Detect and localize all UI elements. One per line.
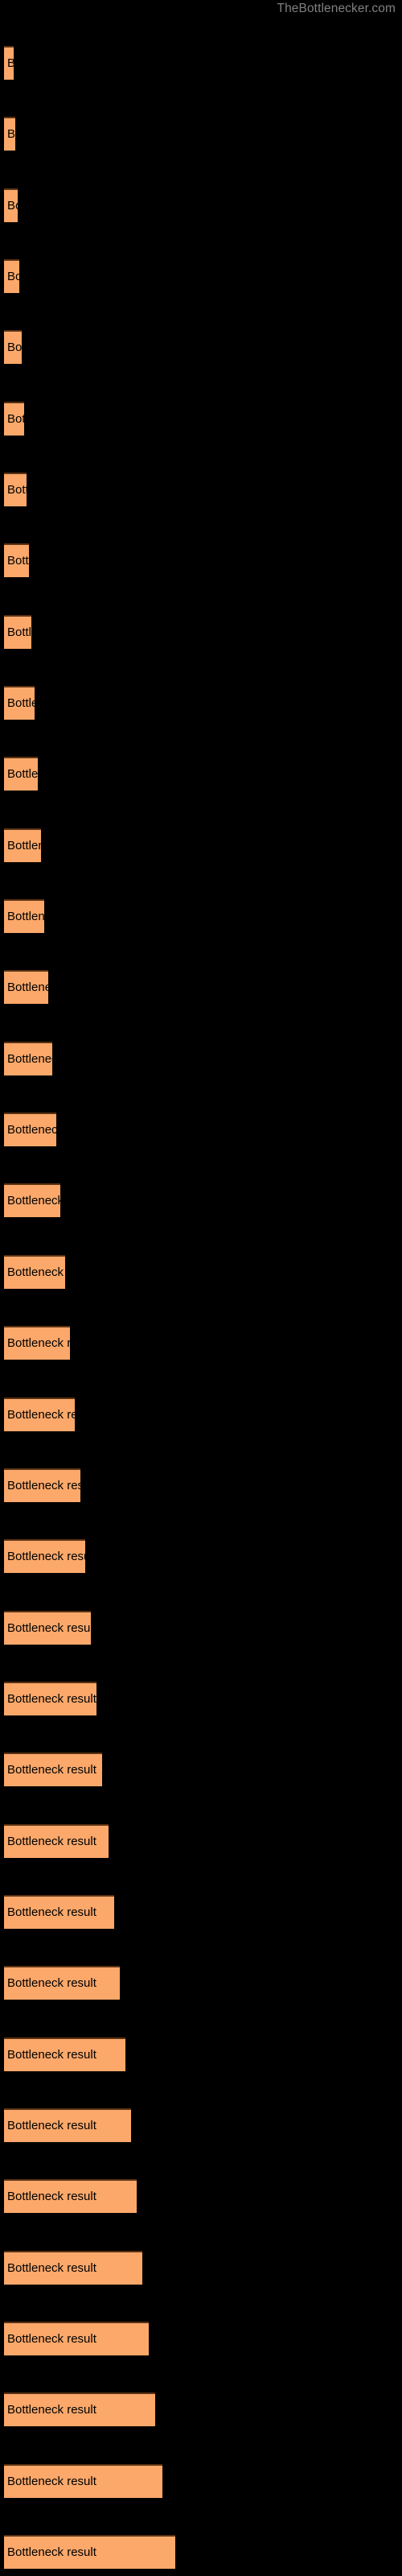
bar-label: Bottleneck result bbox=[7, 1692, 96, 1706]
bar-label: Bottleneck result bbox=[7, 1336, 70, 1350]
bar-label-clip: Bottleneck result bbox=[4, 2392, 155, 2426]
bar-label-clip: Bottleneck result bbox=[4, 1183, 60, 1217]
bar-label: Bottleneck result bbox=[7, 696, 35, 710]
bar-label-clip: Bottleneck result bbox=[4, 402, 24, 436]
bar-label: Bottleneck result bbox=[7, 341, 22, 354]
bar-label: Bottleneck result bbox=[7, 127, 15, 141]
bar-label-clip: Bottleneck result bbox=[4, 1042, 52, 1075]
bar-label-clip: Bottleneck result bbox=[4, 330, 22, 364]
bar-label: Bottleneck result bbox=[7, 2332, 96, 2346]
bar-label-clip: Bottleneck result bbox=[4, 1682, 96, 1715]
bar-label-clip: Bottleneck result bbox=[4, 2464, 162, 2498]
bar-label-clip: Bottleneck result bbox=[4, 1895, 114, 1929]
bar-label-clip: Bottleneck result bbox=[4, 1326, 70, 1360]
bar-label-clip: Bottleneck result bbox=[4, 1824, 109, 1858]
bar-label-clip: Bottleneck result bbox=[4, 757, 38, 791]
bar-label-clip: Bottleneck result bbox=[4, 1255, 65, 1289]
bar-label: Bottleneck result bbox=[7, 1550, 85, 1563]
bar-label: Bottleneck result bbox=[7, 2475, 96, 2488]
bar-label-clip: Bottleneck result bbox=[4, 543, 29, 577]
bar-label: Bottleneck result bbox=[7, 2119, 96, 2132]
bar-label-clip: Bottleneck result bbox=[4, 1539, 85, 1573]
bar-label-clip: Bottleneck result bbox=[4, 2535, 175, 2569]
bar-label: Bottleneck result bbox=[7, 2261, 96, 2275]
bar-label-clip: Bottleneck result bbox=[4, 2322, 149, 2355]
bar-label-clip: Bottleneck result bbox=[4, 46, 14, 80]
bar-label: Bottleneck result bbox=[7, 1835, 96, 1848]
bar-label: Bottleneck result bbox=[7, 839, 41, 852]
bar-label: Bottleneck result bbox=[7, 2545, 96, 2559]
bar-label: Bottleneck result bbox=[7, 1265, 65, 1279]
bar-label: Bottleneck result bbox=[7, 412, 24, 426]
bar-label-clip: Bottleneck result bbox=[4, 188, 18, 222]
bar-label: Bottleneck result bbox=[7, 767, 38, 781]
bar-label-clip: Bottleneck result bbox=[4, 899, 44, 933]
bar-label: Bottleneck result bbox=[7, 1976, 96, 1990]
bar-label: Bottleneck result bbox=[7, 199, 18, 213]
bar-label-clip: Bottleneck result bbox=[4, 2037, 125, 2071]
bar-label-clip: Bottleneck result bbox=[4, 1468, 80, 1502]
bar-label-clip: Bottleneck result bbox=[4, 1966, 120, 2000]
bar-label-clip: Bottleneck result bbox=[4, 2251, 142, 2285]
bar-label-clip: Bottleneck result bbox=[4, 2108, 131, 2142]
bar-label-clip: Bottleneck result bbox=[4, 473, 27, 506]
bar-label-clip: Bottleneck result bbox=[4, 117, 15, 151]
bar-label-clip: Bottleneck result bbox=[4, 2179, 137, 2213]
bottleneck-bar-chart: Bottleneck result Bottleneck result Bottle… bbox=[0, 0, 402, 2576]
bar-label: Bottleneck result bbox=[7, 1408, 75, 1422]
bar-label-clip: Bottleneck result bbox=[4, 686, 35, 720]
bar-label-clip: Bottleneck result bbox=[4, 615, 31, 649]
bar-label: Bottleneck result bbox=[7, 1479, 80, 1492]
bar-label-clip: Bottleneck result bbox=[4, 1397, 75, 1431]
bar-label: Bottleneck result bbox=[7, 1052, 52, 1066]
bar-label: Bottleneck result bbox=[7, 270, 19, 283]
bar-label-clip: Bottleneck result bbox=[4, 1113, 56, 1146]
bar-label: Bottleneck result bbox=[7, 483, 27, 497]
bar-label: Bottleneck result bbox=[7, 910, 44, 923]
bar-label: Bottleneck result bbox=[7, 2048, 96, 2062]
site-watermark: TheBottlenecker.com bbox=[277, 2, 396, 15]
bar-label: Bottleneck result bbox=[7, 2190, 96, 2203]
bar-label: Bottleneck result bbox=[7, 625, 31, 639]
bar-label: Bottleneck result bbox=[7, 1621, 91, 1635]
bar-label: Bottleneck result bbox=[7, 1123, 56, 1137]
bar-label: Bottleneck result bbox=[7, 980, 48, 994]
bar-label-clip: Bottleneck result bbox=[4, 1752, 102, 1786]
bar-label: Bottleneck result bbox=[7, 554, 29, 568]
bar-label-clip: Bottleneck result bbox=[4, 259, 19, 293]
bar-label: Bottleneck result bbox=[7, 1763, 96, 1777]
bar-label: Bottleneck result bbox=[7, 2403, 96, 2417]
bar-label: Bottleneck result bbox=[7, 56, 14, 70]
bar-label: Bottleneck result bbox=[7, 1905, 96, 1919]
bar-label-clip: Bottleneck result bbox=[4, 1611, 91, 1645]
bar-label-clip: Bottleneck result bbox=[4, 828, 41, 862]
bar-label-clip: Bottleneck result bbox=[4, 970, 48, 1004]
bar-label: Bottleneck result bbox=[7, 1194, 60, 1208]
